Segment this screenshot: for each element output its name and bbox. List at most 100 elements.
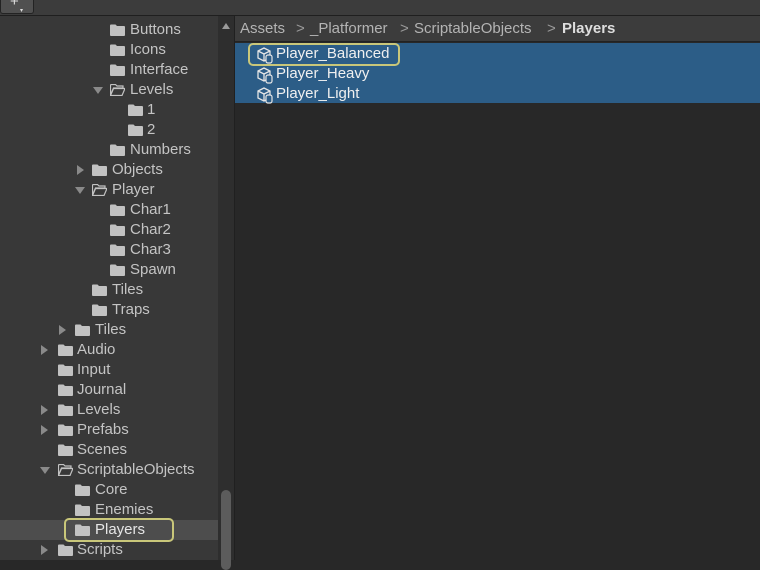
tree-item-char1[interactable]: Char1: [0, 200, 218, 220]
tree-item-label: Char3: [130, 241, 171, 258]
folder-icon: [128, 124, 143, 136]
tree-item-label: Levels: [77, 401, 121, 418]
folder-icon: [128, 104, 143, 116]
scriptable-object-icon: [257, 67, 273, 84]
highlight-outline: [64, 518, 174, 542]
asset-list-panel: [235, 42, 760, 560]
collapsed-arrow-icon[interactable]: [41, 345, 48, 355]
tree-item-buttons[interactable]: Buttons: [0, 20, 218, 40]
folder-icon: [110, 244, 125, 256]
tree-item-audio[interactable]: Audio: [0, 340, 218, 360]
tree-item-label: Core: [95, 481, 128, 498]
tree-item-label: Objects: [112, 161, 163, 178]
tree-item-label: Tiles: [112, 281, 144, 298]
tree-item-spawn[interactable]: Spawn: [0, 260, 218, 280]
folder-open-icon: [92, 184, 107, 196]
folder-icon: [110, 144, 125, 156]
breadcrumb-separator: >: [400, 20, 409, 37]
folder-tree-panel: Buttons Icons Interface Levels 1 2 Numbe…: [0, 16, 218, 560]
asset-item-label: Player_Light: [276, 85, 360, 102]
breadcrumb-item-players[interactable]: Players: [562, 19, 615, 39]
tree-item-core[interactable]: Core: [0, 480, 218, 500]
tree-item-char2[interactable]: Char2: [0, 220, 218, 240]
breadcrumb-separator: >: [547, 20, 556, 37]
tree-item-label: Prefabs: [77, 421, 129, 438]
folder-icon: [58, 344, 73, 356]
tree-item-label: Scenes: [77, 441, 128, 458]
folder-icon: [75, 324, 90, 336]
tree-item-enemies[interactable]: Enemies: [0, 500, 218, 520]
folder-icon: [92, 284, 107, 296]
tree-item-levels-root[interactable]: Levels: [0, 400, 218, 420]
create-button[interactable]: + ▾: [0, 0, 34, 14]
folder-open-icon: [58, 464, 73, 476]
tree-item-label: Journal: [77, 381, 127, 398]
breadcrumb-item-platformer[interactable]: _Platformer: [310, 19, 388, 39]
tree-item-levels[interactable]: Levels: [0, 80, 218, 100]
folder-icon: [75, 504, 90, 516]
tree-item-label: Interface: [130, 61, 189, 78]
tree-item-label: Char2: [130, 221, 171, 238]
asset-item-player-heavy[interactable]: Player_Heavy: [256, 64, 416, 84]
folder-icon: [58, 444, 73, 456]
expanded-arrow-icon[interactable]: [40, 467, 50, 474]
tree-item-numbers[interactable]: Numbers: [0, 140, 218, 160]
plus-icon: +: [10, 0, 19, 10]
tree-item-2[interactable]: 2: [0, 120, 218, 140]
tree-item-char3[interactable]: Char3: [0, 240, 218, 260]
tree-item-input[interactable]: Input: [0, 360, 218, 380]
folder-icon: [110, 44, 125, 56]
tree-item-interface[interactable]: Interface: [0, 60, 218, 80]
breadcrumb-item-assets[interactable]: Assets: [240, 19, 285, 39]
tree-item-tiles[interactable]: Tiles: [0, 280, 218, 300]
folder-icon: [92, 164, 107, 176]
folder-icon: [110, 24, 125, 36]
folder-icon: [58, 404, 73, 416]
tree-item-players[interactable]: Players: [0, 518, 218, 542]
scroll-up-icon[interactable]: [222, 23, 230, 29]
folder-icon: [58, 364, 73, 376]
folder-icon: [92, 304, 107, 316]
tree-item-tiles-root[interactable]: Tiles: [0, 320, 218, 340]
folder-icon: [110, 64, 125, 76]
tree-item-scriptableobjects[interactable]: ScriptableObjects: [0, 460, 218, 480]
tree-item-label: Levels: [130, 81, 174, 98]
tree-item-label: Numbers: [130, 141, 191, 158]
folder-icon: [110, 224, 125, 236]
tree-item-label: Icons: [130, 41, 166, 58]
folder-icon: [58, 544, 73, 556]
asset-item-player-light[interactable]: Player_Light: [256, 84, 416, 104]
folder-icon: [75, 484, 90, 496]
breadcrumb: Assets > _Platformer > ScriptableObjects…: [235, 16, 760, 42]
collapsed-arrow-icon[interactable]: [41, 545, 48, 555]
tree-item-1[interactable]: 1: [0, 100, 218, 120]
tree-item-label: Enemies: [95, 501, 154, 518]
tree-item-icons[interactable]: Icons: [0, 40, 218, 60]
breadcrumb-item-scriptableobjects[interactable]: ScriptableObjects: [414, 19, 532, 39]
expanded-arrow-icon[interactable]: [75, 187, 85, 194]
tree-item-label: Spawn: [130, 261, 176, 278]
folder-icon: [110, 264, 125, 276]
collapsed-arrow-icon[interactable]: [59, 325, 66, 335]
tree-item-label: 1: [147, 101, 156, 118]
collapsed-arrow-icon[interactable]: [41, 425, 48, 435]
folder-icon: [58, 424, 73, 436]
folder-icon: [58, 384, 73, 396]
tree-item-traps[interactable]: Traps: [0, 300, 218, 320]
tree-item-label: ScriptableObjects: [77, 461, 195, 478]
scrollbar-thumb[interactable]: [221, 490, 231, 570]
tree-item-prefabs[interactable]: Prefabs: [0, 420, 218, 440]
tree-scrollbar[interactable]: [218, 16, 235, 570]
tree-item-objects[interactable]: Objects: [0, 160, 218, 180]
tree-item-scripts[interactable]: Scripts: [0, 540, 218, 560]
tree-item-journal[interactable]: Journal: [0, 380, 218, 400]
collapsed-arrow-icon[interactable]: [77, 165, 84, 175]
expanded-arrow-icon[interactable]: [93, 87, 103, 94]
project-toolbar: + ▾: [0, 0, 760, 16]
tree-item-label: Input: [77, 361, 111, 378]
tree-item-player[interactable]: Player: [0, 180, 218, 200]
collapsed-arrow-icon[interactable]: [41, 405, 48, 415]
tree-item-label: Tiles: [95, 321, 127, 338]
tree-item-scenes[interactable]: Scenes: [0, 440, 218, 460]
breadcrumb-separator: >: [296, 20, 305, 37]
